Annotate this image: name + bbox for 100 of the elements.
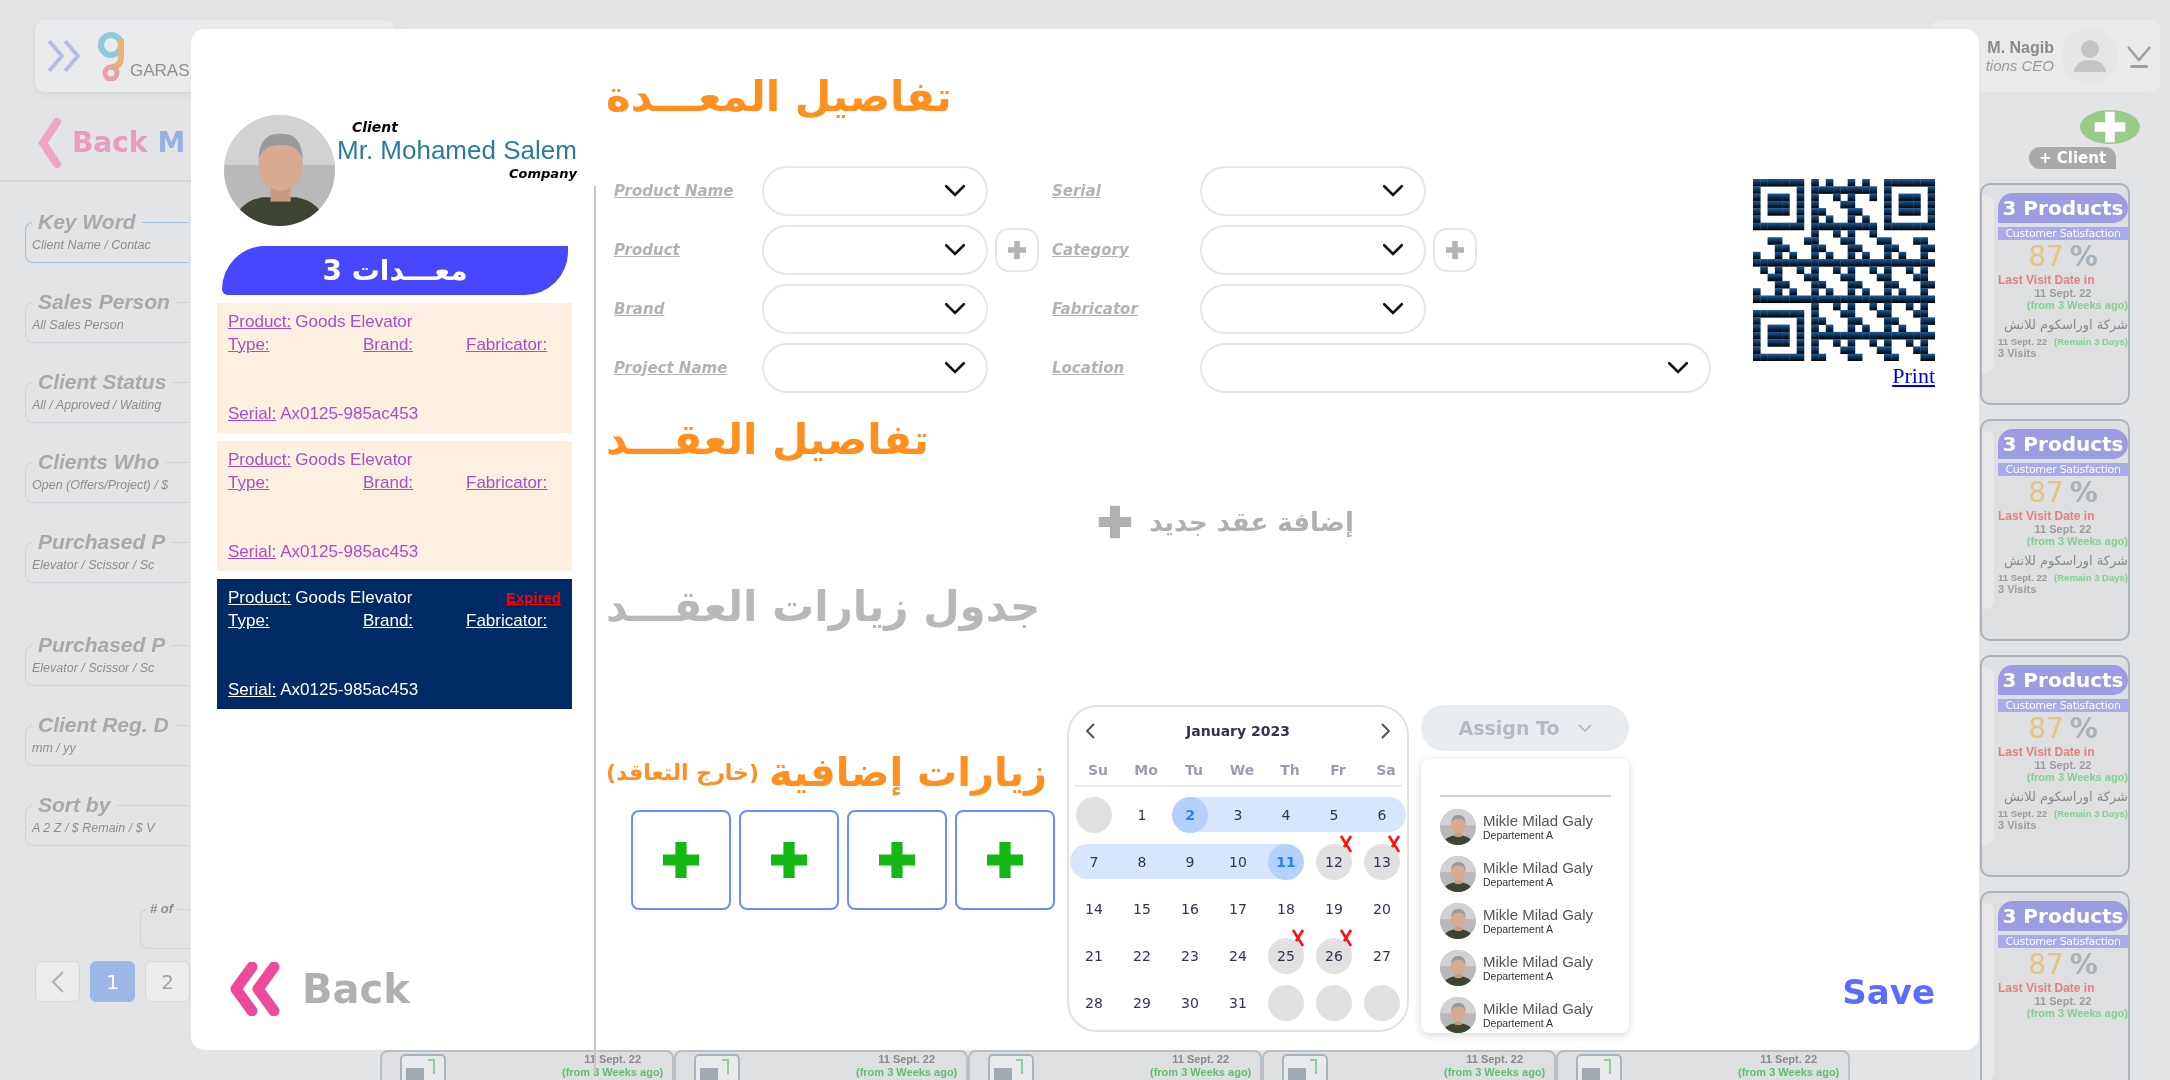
- chevron-left-icon[interactable]: [1084, 722, 1096, 740]
- month-title: January 2023: [1186, 723, 1290, 739]
- dropdown-field[interactable]: [1200, 225, 1426, 275]
- calendar-day[interactable]: 14: [1076, 890, 1112, 927]
- assignee-department: Departement A: [1483, 1017, 1555, 1029]
- equipment-card[interactable]: Product: Goods Elevator Type: Brand: Fabricator: Serial: Ax0125-985ac453 Expired: [217, 579, 572, 709]
- assignee-name[interactable]: Mikle Milad Galy: [1483, 906, 1594, 923]
- next-visit-date: 11 Sept. 22: [1998, 572, 2048, 583]
- satisfaction-value: 87: [2028, 476, 2064, 509]
- logo-text: GARAS: [130, 61, 190, 81]
- dropdown-field[interactable]: [762, 225, 988, 275]
- calendar-day[interactable]: 3: [1220, 796, 1256, 833]
- assignee-name[interactable]: Mikle Milad Galy: [1483, 812, 1594, 829]
- dropdown-field[interactable]: [762, 284, 988, 334]
- chevron-down-icon: [1382, 243, 1404, 257]
- weekday-label: Mo: [1134, 762, 1158, 778]
- add-visit-button[interactable]: [631, 810, 731, 910]
- weekday-label: Tu: [1185, 762, 1203, 778]
- last-visit-label: Last Visit Date in: [1998, 745, 2096, 759]
- add-visit-button[interactable]: [955, 810, 1055, 910]
- calendar-day[interactable]: 30: [1172, 984, 1208, 1021]
- section-title: جدول زيارات العقـــد: [606, 582, 1041, 632]
- weekday-label: We: [1229, 762, 1255, 778]
- calendar-day[interactable]: 13: [1364, 843, 1400, 880]
- type-label: Type:: [228, 473, 270, 493]
- last-visit-label: Last Visit Date in: [1998, 509, 2096, 523]
- satisfaction-label: Customer Satisfaction: [1998, 463, 2128, 476]
- empty-day[interactable]: [1364, 984, 1400, 1021]
- calendar-day[interactable]: 4: [1268, 796, 1304, 833]
- calendar-day[interactable]: 7: [1076, 843, 1112, 880]
- next-visit-date: 11 Sept. 22: [1998, 336, 2048, 347]
- product-label: Product:: [228, 312, 292, 331]
- calendar-day[interactable]: 27: [1364, 937, 1400, 974]
- client-name: Mr. Mohamed Salem: [337, 135, 577, 166]
- equipment-card[interactable]: Product: Goods Elevator Type: Brand: Fabricator: Serial: Ax0125-985ac453: [217, 303, 572, 433]
- products-badge: 3 Products: [1998, 665, 2128, 695]
- equipment-card[interactable]: Product: Goods Elevator Type: Brand: Fabricator: Serial: Ax0125-985ac453: [217, 441, 572, 571]
- calendar-day[interactable]: 17: [1220, 890, 1256, 927]
- calendar-day[interactable]: 1: [1124, 796, 1160, 833]
- remaining-days: (Remain 3 Days): [2054, 808, 2128, 819]
- calendar-day[interactable]: 28: [1076, 984, 1112, 1021]
- field-label: Fabricator: [1052, 300, 1138, 318]
- calendar-day[interactable]: 24: [1220, 937, 1256, 974]
- plus-icon: [877, 840, 917, 880]
- calendar-day[interactable]: 20: [1364, 890, 1400, 927]
- user-role: tions CEO: [1985, 56, 2054, 74]
- visit-date: 11 Sept. 22: [1759, 1053, 1819, 1066]
- calendar-day[interactable]: 21: [1076, 937, 1112, 974]
- date-range-band: [1070, 844, 1118, 879]
- field-label: Brand: [614, 300, 665, 318]
- add-button[interactable]: [1433, 228, 1477, 272]
- dropdown-field[interactable]: [762, 343, 988, 393]
- save-button[interactable]: Save: [1842, 972, 1935, 1012]
- calendar-day[interactable]: 10: [1220, 843, 1256, 880]
- remaining-days: (Remain 3 Days): [2054, 336, 2128, 347]
- calendar-day[interactable]: 15: [1124, 890, 1160, 927]
- dropdown-field[interactable]: [1200, 284, 1426, 334]
- assignee-name[interactable]: Mikle Milad Galy: [1483, 859, 1594, 876]
- calendar-day[interactable]: 18: [1268, 890, 1304, 927]
- add-visit-button[interactable]: [847, 810, 947, 910]
- calendar-day[interactable]: 29: [1124, 984, 1160, 1021]
- calendar-day[interactable]: 6: [1364, 796, 1400, 833]
- print-link[interactable]: Print: [1892, 363, 1935, 389]
- calendar-day[interactable]: 9: [1172, 843, 1208, 880]
- calendar-day[interactable]: 31: [1220, 984, 1256, 1021]
- calendar-day[interactable]: 22: [1124, 937, 1160, 974]
- calendar-day[interactable]: 16: [1172, 890, 1208, 927]
- next-visit-date: 11 Sept. 22: [1998, 808, 2048, 819]
- calendar-day[interactable]: 25: [1268, 937, 1304, 974]
- assignee-name[interactable]: Mikle Milad Galy: [1483, 953, 1594, 970]
- empty-day[interactable]: [1076, 796, 1112, 833]
- dropdown-field[interactable]: [1200, 166, 1426, 216]
- chevron-right-icon[interactable]: [1380, 722, 1392, 740]
- calendar-day[interactable]: 19: [1316, 890, 1352, 927]
- add-client-button[interactable]: [2080, 110, 2140, 144]
- serial-value: Ax0125-985ac453: [280, 680, 419, 699]
- assignee-name[interactable]: Mikle Milad Galy: [1483, 1000, 1594, 1017]
- empty-day[interactable]: [1316, 984, 1352, 1021]
- dropdown-field[interactable]: [1200, 343, 1711, 393]
- calendar-day[interactable]: 12: [1316, 843, 1352, 880]
- last-visit-ago: (from 3 Weeks ago): [2025, 535, 2128, 547]
- empty-day[interactable]: [1268, 984, 1304, 1021]
- visit-count: 3 Visits: [1998, 583, 2038, 595]
- calendar-day[interactable]: 26: [1316, 937, 1352, 974]
- assignee-department: Departement A: [1483, 876, 1555, 888]
- last-visit-ago: (from 3 Weeks ago): [2025, 1007, 2128, 1019]
- plus-icon[interactable]: [1097, 504, 1134, 540]
- satisfaction-label: Customer Satisfaction: [1998, 935, 2128, 948]
- previous-page-button[interactable]: [35, 961, 80, 1002]
- satisfaction-value: 87: [2028, 712, 2064, 745]
- calendar-day[interactable]: 5: [1316, 796, 1352, 833]
- dropdown-field[interactable]: [762, 166, 988, 216]
- add-visit-button[interactable]: [739, 810, 839, 910]
- calendar-day[interactable]: 8: [1124, 843, 1160, 880]
- field-label: Location: [1052, 359, 1125, 377]
- serial-value: Ax0125-985ac453: [280, 542, 419, 561]
- field-label: Product Name: [614, 182, 734, 200]
- calendar-day[interactable]: 23: [1172, 937, 1208, 974]
- add-button[interactable]: [995, 228, 1039, 272]
- brand-label: Brand:: [363, 335, 414, 355]
